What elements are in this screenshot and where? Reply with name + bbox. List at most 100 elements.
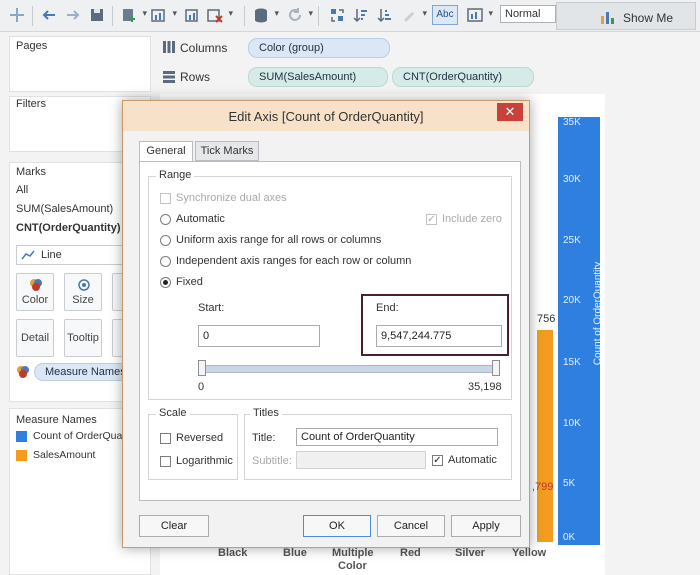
color-card-label: Color	[21, 294, 49, 306]
x-category: Black	[218, 547, 248, 559]
size-card[interactable]: Size	[64, 273, 102, 311]
detail-card-label: Detail	[20, 332, 50, 344]
chart-bars-icon	[601, 12, 614, 24]
subtitle-automatic-checkbox[interactable]: ✓	[432, 455, 443, 466]
close-icon[interactable]: ✕	[497, 103, 523, 121]
synchronize-checkbox[interactable]	[160, 193, 171, 204]
cancel-button[interactable]: Cancel	[377, 515, 445, 537]
swap-rows-columns-icon[interactable]	[328, 6, 346, 24]
highlight-icon[interactable]	[400, 6, 427, 24]
reversed-label: Reversed	[176, 432, 224, 444]
slider-min-label: 0	[198, 381, 205, 393]
rows-pill-cnt-orderqty[interactable]: CNT(OrderQuantity)	[392, 67, 534, 87]
marks-title: Marks	[16, 166, 46, 178]
filters-title: Filters	[16, 98, 46, 110]
title-label: Title:	[252, 432, 276, 444]
automatic-radio[interactable]	[160, 214, 171, 225]
clear-button[interactable]: Clear	[139, 515, 209, 537]
axis-tick: 10K	[563, 418, 581, 429]
scale-group-label: Scale	[156, 407, 190, 419]
title-input[interactable]: Count of OrderQuantity	[296, 428, 498, 446]
fixed-radio[interactable]	[160, 277, 171, 288]
tooltip-card[interactable]: Tooltip	[64, 319, 102, 357]
refresh-icon[interactable]	[286, 6, 313, 24]
logarithmic-checkbox[interactable]	[160, 456, 171, 467]
tooltip-card-label: Tooltip	[67, 332, 99, 344]
sort-ascending-icon[interactable]	[352, 6, 370, 24]
line-mark-icon	[21, 250, 35, 260]
axis-tick: 20K	[563, 295, 581, 306]
fit-dropdown[interactable]: Normal	[500, 5, 556, 23]
mark-type-dropdown[interactable]: Line	[16, 245, 136, 265]
start-input[interactable]: 0	[198, 325, 320, 347]
redo-icon[interactable]	[64, 6, 82, 24]
sort-descending-icon[interactable]	[376, 6, 394, 24]
marks-tab-sales[interactable]: SUM(SalesAmount)	[16, 203, 113, 215]
bar-label-fragment-2: ,799	[532, 481, 554, 493]
size-icon	[78, 279, 90, 291]
color-card[interactable]: Color	[16, 273, 54, 311]
range-group-label: Range	[156, 169, 195, 181]
columns-shelf-label: Columns	[180, 41, 228, 55]
pages-shelf[interactable]: Pages	[9, 36, 151, 92]
show-me-button[interactable]: Show Me	[556, 2, 696, 30]
new-data-source-icon[interactable]	[120, 6, 147, 24]
x-category: Red	[400, 547, 421, 559]
x-axis-title: Color	[338, 560, 367, 572]
range-slider-start-handle[interactable]	[198, 360, 206, 376]
new-worksheet-icon[interactable]	[150, 6, 177, 24]
x-category: Yellow	[512, 547, 547, 559]
subtitle-label: Subtitle:	[252, 455, 292, 467]
fixed-label: Fixed	[176, 276, 203, 288]
include-zero-label: Include zero	[442, 213, 502, 225]
pages-title: Pages	[16, 40, 48, 52]
sales-bar[interactable]	[537, 330, 553, 542]
scale-group	[148, 414, 238, 480]
tableau-logo-icon[interactable]	[8, 6, 26, 24]
color-icon	[30, 279, 42, 291]
x-category: Blue	[283, 547, 307, 559]
slider-max-label: 35,198	[468, 381, 502, 393]
reversed-checkbox[interactable]	[160, 433, 171, 444]
automatic-label: Automatic	[176, 213, 225, 225]
subtitle-automatic-label: Automatic	[448, 454, 497, 466]
apply-button[interactable]: Apply	[451, 515, 521, 537]
end-highlight-box	[361, 294, 509, 356]
synchronize-label: Synchronize dual axes	[176, 192, 287, 204]
legend-swatch-count	[16, 431, 27, 442]
marks-tab-all[interactable]: All	[16, 184, 28, 196]
tab-general[interactable]: General	[139, 141, 193, 162]
range-slider-end-handle[interactable]	[492, 360, 500, 376]
legend-item-count[interactable]: Count of OrderQuar	[33, 430, 126, 442]
axis-title: Count of OrderQuantity	[592, 261, 604, 366]
show-mark-labels-button[interactable]: Abc	[432, 5, 458, 25]
undo-icon[interactable]	[40, 6, 58, 24]
show-me-label: Show Me	[623, 11, 674, 25]
tab-tick-marks[interactable]: Tick Marks	[195, 141, 259, 161]
axis-tick: 35K	[563, 117, 581, 128]
legend-item-sales[interactable]: SalesAmount	[33, 449, 95, 461]
detail-card[interactable]: Detail	[16, 319, 54, 357]
x-category: Silver	[455, 547, 485, 559]
legend-swatch-sales	[16, 450, 27, 461]
database-icon[interactable]	[252, 6, 279, 24]
duplicate-sheet-icon[interactable]	[184, 6, 202, 24]
uniform-range-radio[interactable]	[160, 235, 171, 246]
subtitle-input[interactable]	[296, 451, 426, 469]
clear-sheet-icon[interactable]	[206, 6, 233, 24]
ok-button[interactable]: OK	[303, 515, 371, 537]
fit-icon[interactable]	[466, 6, 493, 24]
save-icon[interactable]	[88, 6, 106, 24]
rows-shelf-icon	[163, 71, 175, 83]
logarithmic-label: Logarithmic	[176, 455, 233, 467]
independent-range-radio[interactable]	[160, 256, 171, 267]
rows-pill-sum-sales[interactable]: SUM(SalesAmount)	[248, 67, 388, 87]
range-slider-track[interactable]	[200, 365, 498, 373]
toolbar: Abc Normal Show Me	[0, 0, 700, 32]
include-zero-checkbox[interactable]: ✓	[426, 214, 437, 225]
independent-range-label: Independent axis ranges for each row or …	[176, 255, 412, 267]
mark-type-label: Line	[41, 249, 62, 261]
marks-tab-orderqty[interactable]: CNT(OrderQuantity)	[16, 222, 121, 234]
dialog-titlebar[interactable]: Edit Axis [Count of OrderQuantity] ✕	[123, 101, 529, 131]
columns-pill-color-group[interactable]: Color (group)	[248, 38, 390, 58]
